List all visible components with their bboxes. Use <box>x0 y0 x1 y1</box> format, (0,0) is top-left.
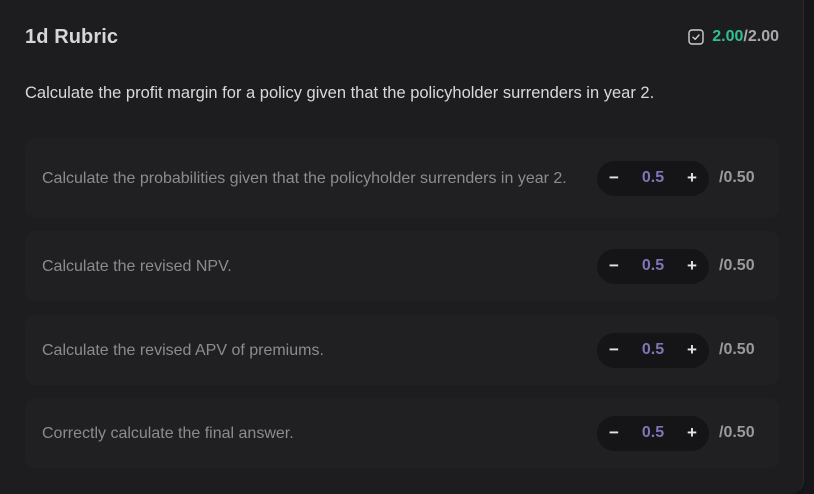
score-total: 2.00 <box>747 28 779 45</box>
rubric-item: Correctly calculate the final answer. − … <box>25 398 779 468</box>
item-max-score: /0.50 <box>719 257 755 274</box>
score-value[interactable]: 0.5 <box>633 169 673 187</box>
item-max-score: /0.50 <box>719 169 755 186</box>
score-value[interactable]: 0.5 <box>633 424 673 442</box>
decrement-button[interactable]: − <box>605 168 623 187</box>
decrement-button[interactable]: − <box>605 340 623 359</box>
rubric-item-text: Correctly calculate the final answer. <box>42 424 294 442</box>
rubric-item-text: Calculate the probabilities given that t… <box>42 169 567 187</box>
score-stepper: − 0.5 + <box>597 332 709 368</box>
item-max-score: /0.50 <box>719 341 755 358</box>
rubric-header: 1d Rubric 2.00/2.00 <box>25 24 779 50</box>
rubric-item: Calculate the revised APV of premiums. −… <box>25 315 779 385</box>
question-text: Calculate the profit margin for a policy… <box>25 84 655 102</box>
rubric-item-controls: − 0.5 + /0.50 <box>597 415 761 451</box>
rubric-score: 2.00/2.00 <box>688 28 779 46</box>
rubric-item-controls: − 0.5 + /0.50 <box>597 160 761 196</box>
decrement-button[interactable]: − <box>605 423 623 442</box>
rubric-item-text: Calculate the revised APV of premiums. <box>42 341 324 359</box>
item-max-score: /0.50 <box>719 424 755 441</box>
increment-button[interactable]: + <box>683 256 701 275</box>
rubric-item: Calculate the revised NPV. − 0.5 + /0.50 <box>25 231 779 301</box>
page: 1d Rubric 2.00/2.00 Calculate the profit… <box>0 0 814 494</box>
score-stepper: − 0.5 + <box>597 415 709 451</box>
score-value[interactable]: 0.5 <box>633 341 673 359</box>
rubric-item-controls: − 0.5 + /0.50 <box>597 248 761 284</box>
increment-button[interactable]: + <box>683 168 701 187</box>
score-stepper: − 0.5 + <box>597 248 709 284</box>
scrollbar-track[interactable] <box>804 0 814 494</box>
rubric-item: Calculate the probabilities given that t… <box>25 138 779 218</box>
score-stepper: − 0.5 + <box>597 160 709 196</box>
checkbox-checked-icon <box>688 29 704 45</box>
decrement-button[interactable]: − <box>605 256 623 275</box>
score-value[interactable]: 0.5 <box>633 257 673 275</box>
rubric-panel: 1d Rubric 2.00/2.00 Calculate the profit… <box>0 0 804 494</box>
rubric-item-text: Calculate the revised NPV. <box>42 257 232 275</box>
increment-button[interactable]: + <box>683 340 701 359</box>
rubric-item-controls: − 0.5 + /0.50 <box>597 332 761 368</box>
increment-button[interactable]: + <box>683 423 701 442</box>
score-earned: 2.00 <box>712 28 744 45</box>
rubric-title: 1d Rubric <box>25 25 119 48</box>
